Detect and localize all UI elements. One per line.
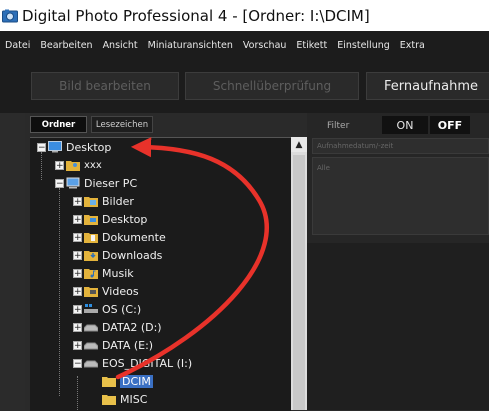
tree-item-label: Dieser PC (84, 176, 138, 190)
removable-drive-icon (84, 360, 98, 368)
filter-on-button[interactable]: ON (382, 116, 428, 134)
expand-icon[interactable]: + (73, 214, 82, 224)
downloads-folder-icon (84, 251, 98, 261)
menu-item-miniaturansichten[interactable]: Miniaturansichten (143, 40, 238, 51)
desktop-folder-icon (84, 215, 98, 225)
documents-folder-icon (84, 233, 98, 243)
tree-item-label: Musik (102, 266, 134, 280)
tree-item-label: DCIM (120, 374, 153, 388)
scroll-thumb[interactable] (293, 155, 305, 410)
tree-item-label: DATA (E:) (102, 338, 154, 352)
menu-item-bearbeiten[interactable]: Bearbeiten (35, 40, 97, 51)
capture-date-field[interactable]: Aufnahmedatum/-zeit (312, 138, 489, 154)
desktop-icon (48, 141, 62, 153)
tree-item-label: xxx (84, 159, 102, 171)
filter-off-button[interactable]: OFF (430, 116, 470, 134)
expand-icon[interactable]: + (73, 322, 82, 332)
menu-item-etikett[interactable]: Etikett (291, 40, 332, 51)
drive-icon (84, 342, 98, 350)
filter-label: Filter (327, 121, 350, 131)
tree-item-label: Downloads (102, 248, 163, 262)
tree-item-os-c[interactable]: + OS (C:) (73, 300, 141, 318)
tree-item-label: Videos (102, 284, 139, 298)
tree-item-label: DATA2 (D:) (102, 320, 162, 334)
folder-panel: Ordner Lesezeichen − Desktop + xxx − Die… (25, 113, 307, 411)
tree-item-this-pc[interactable]: − Dieser PC (55, 174, 137, 192)
expand-icon[interactable]: + (73, 268, 82, 278)
list-item-all[interactable]: Alle (317, 164, 330, 172)
menu-item-extra[interactable]: Extra (395, 40, 430, 51)
expand-icon[interactable]: + (73, 250, 82, 260)
tree-item-downloads[interactable]: + Downloads (73, 246, 162, 264)
edit-image-button[interactable]: Bild bearbeiten (31, 72, 179, 100)
drive-icon (84, 324, 98, 332)
os-drive-icon (84, 304, 98, 313)
expand-icon[interactable]: + (73, 340, 82, 350)
collapse-icon[interactable]: − (37, 142, 46, 152)
thumbnail-area (307, 243, 489, 410)
tree-item-label: MISC (120, 392, 148, 406)
folder-icon (102, 395, 116, 405)
tree-item-label: OS (C:) (102, 302, 142, 316)
menu-item-ansicht[interactable]: Ansicht (98, 40, 143, 51)
tree-item-desktop-root[interactable]: − Desktop (37, 138, 111, 156)
menu-item-einstellung[interactable]: Einstellung (332, 40, 395, 51)
remote-shooting-button[interactable]: Fernaufnahme (366, 72, 489, 100)
tree-item-eos-digital[interactable]: − EOS_DIGITAL (I:) (73, 354, 192, 372)
capture-date-list[interactable]: Alle (312, 157, 489, 235)
music-folder-icon (84, 269, 98, 279)
tree-item-desktop[interactable]: + Desktop (73, 210, 147, 228)
user-folder-icon (66, 161, 80, 171)
expand-icon[interactable]: + (73, 304, 82, 314)
title-bar: Digital Photo Professional 4 - [Ordner: … (0, 0, 489, 31)
scroll-up-icon[interactable]: ▲ (291, 137, 307, 152)
expand-icon[interactable]: + (73, 232, 82, 242)
expand-icon[interactable]: + (55, 160, 64, 170)
tree-item-label: EOS_DIGITAL (I:) (102, 356, 193, 370)
tree-item-label: Bilder (102, 194, 134, 208)
panel-tabs: Ordner Lesezeichen (25, 113, 307, 137)
tree-item-data2-d[interactable]: + DATA2 (D:) (73, 318, 162, 336)
computer-icon (66, 177, 80, 189)
tree-item-label: Desktop (66, 140, 112, 154)
tab-bookmarks[interactable]: Lesezeichen (91, 116, 153, 133)
tree-item-bilder[interactable]: + Bilder (73, 192, 134, 210)
tab-folder[interactable]: Ordner (30, 116, 87, 133)
tree-item-label: Dokumente (102, 230, 166, 244)
quick-check-button[interactable]: Schnellüberprüfung (185, 72, 359, 100)
tree-item-misc[interactable]: MISC (102, 390, 147, 408)
tree-item-dcim[interactable]: DCIM (102, 372, 153, 390)
folder-icon (102, 377, 116, 387)
app-icon (2, 9, 18, 22)
videos-folder-icon (84, 287, 98, 297)
tree-item-musik[interactable]: + Musik (73, 264, 134, 282)
toolbar: Bild bearbeiten Schnellüberprüfung Ferna… (0, 59, 489, 113)
capture-date-label: Aufnahmedatum/-zeit (317, 142, 394, 150)
tree-item-dokumente[interactable]: + Dokumente (73, 228, 166, 246)
expand-icon[interactable]: + (73, 286, 82, 296)
pictures-folder-icon (84, 197, 98, 207)
collapse-icon[interactable]: − (55, 178, 64, 188)
expand-icon[interactable]: + (73, 196, 82, 206)
tree-item-xxx[interactable]: + xxx (55, 156, 102, 174)
tree-scrollbar[interactable]: ▲ (291, 137, 307, 410)
tree-item-data-e[interactable]: + DATA (E:) (73, 336, 153, 354)
folder-tree: − Desktop + xxx − Dieser PC + Bilder + D… (30, 137, 291, 411)
tree-item-videos[interactable]: + Videos (73, 282, 139, 300)
menu-item-vorschau[interactable]: Vorschau (238, 40, 292, 51)
menu-bar: Datei Bearbeiten Ansicht Miniaturansicht… (0, 31, 489, 59)
filter-panel: Filter ON OFF Aufnahmedatum/-zeit Alle (307, 113, 489, 410)
collapse-icon[interactable]: − (73, 358, 82, 368)
tree-item-label: Desktop (102, 212, 148, 226)
window-title: Digital Photo Professional 4 - [Ordner: … (22, 6, 370, 25)
menu-item-datei[interactable]: Datei (0, 40, 35, 51)
